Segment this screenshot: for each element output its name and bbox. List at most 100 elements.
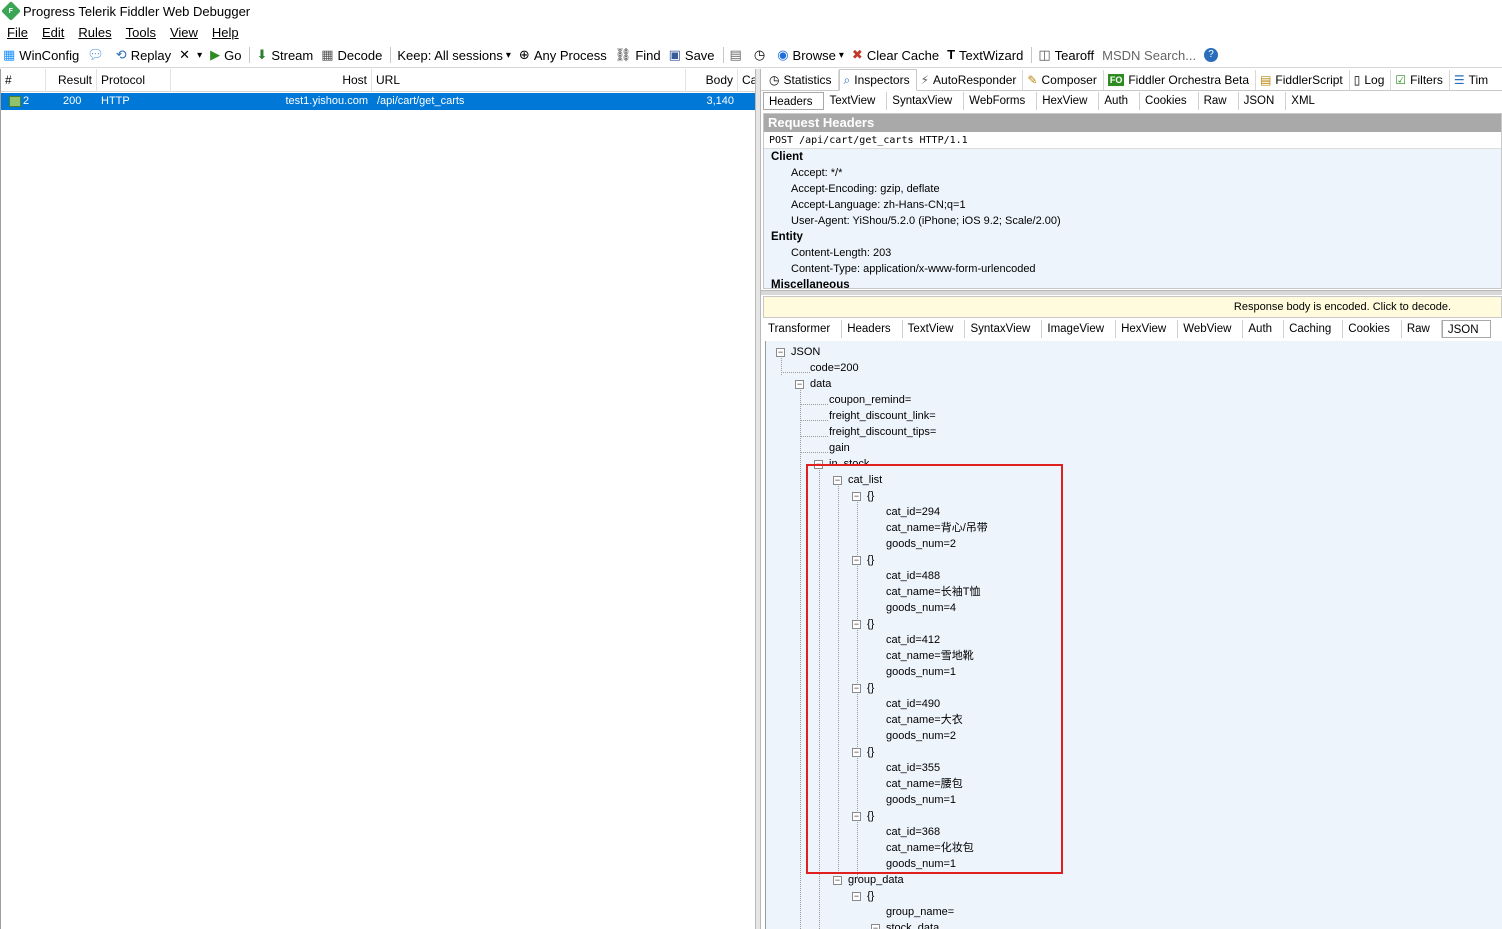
tab-response-hexview[interactable]: HexView — [1116, 320, 1179, 338]
keep-sessions-dropdown[interactable]: Keep: All sessions — [397, 48, 511, 63]
menu-view[interactable]: View — [170, 25, 198, 40]
tab-request-hexview[interactable]: HexView — [1037, 92, 1100, 110]
tree-node-object[interactable]: {} — [867, 488, 874, 504]
tab-response-textview[interactable]: TextView — [903, 320, 966, 338]
header-user-agent[interactable]: User-Agent: YiShou/5.2.0 (iPhone; iOS 9.… — [764, 213, 1501, 229]
browse-button[interactable]: ◉ Browse — [777, 48, 844, 63]
tree-node-cat-name[interactable]: cat_name=雪地靴 — [886, 648, 974, 664]
tab-fiddler-orchestra[interactable]: FO Fiddler Orchestra Beta — [1104, 70, 1257, 90]
winconfig-button[interactable]: ▦ WinConfig — [3, 48, 79, 63]
collapse-toggle[interactable]: − — [852, 892, 861, 901]
tab-autoresponder[interactable]: ⚡︎ AutoResponder — [917, 70, 1024, 90]
tree-node-goods-num[interactable]: goods_num=1 — [886, 664, 956, 680]
replay-button[interactable]: ⟲ Replay — [116, 48, 171, 63]
tree-node-object[interactable]: {} — [867, 616, 874, 632]
collapse-toggle[interactable]: − — [871, 924, 880, 929]
tree-node-cat-id[interactable]: cat_id=490 — [886, 696, 940, 712]
tab-response-raw[interactable]: Raw — [1402, 320, 1442, 338]
tree-node-cat-id[interactable]: cat_id=355 — [886, 760, 940, 776]
tree-node-object[interactable]: {} — [867, 744, 874, 760]
textwizard-button[interactable]: T TextWizard — [947, 48, 1023, 63]
column-host[interactable]: Host — [171, 69, 372, 92]
tree-node-cat-id[interactable]: cat_id=368 — [886, 824, 940, 840]
tab-request-xml[interactable]: XML — [1286, 92, 1326, 110]
tab-request-syntaxview[interactable]: SyntaxView — [887, 92, 965, 110]
collapse-toggle[interactable]: − — [852, 492, 861, 501]
tab-log[interactable]: ▯ Log — [1350, 70, 1392, 90]
timer-button[interactable]: ◷ — [754, 48, 769, 62]
tree-node-cat-id[interactable]: cat_id=488 — [886, 568, 940, 584]
help-button[interactable]: ? — [1204, 48, 1222, 62]
collapse-toggle[interactable]: − — [795, 380, 804, 389]
msdn-search-input[interactable]: MSDN Search... — [1102, 48, 1196, 63]
header-accept-language[interactable]: Accept-Language: zh-Hans-CN;q=1 — [764, 197, 1501, 213]
collapse-toggle[interactable]: − — [833, 476, 842, 485]
decode-notice[interactable]: Response body is encoded. Click to decod… — [763, 296, 1502, 318]
save-button[interactable]: ▣ Save — [669, 48, 715, 63]
collapse-toggle[interactable]: − — [776, 348, 785, 357]
tab-response-transformer[interactable]: Transformer — [763, 320, 843, 338]
header-accept[interactable]: Accept: */* — [764, 165, 1501, 181]
column-number[interactable]: # — [1, 69, 46, 92]
tab-request-json[interactable]: JSON — [1239, 92, 1287, 110]
collapse-toggle[interactable]: − — [852, 620, 861, 629]
tab-request-headers[interactable]: Headers — [763, 92, 825, 110]
tree-node-object[interactable]: {} — [867, 808, 874, 824]
tab-statistics[interactable]: ◷ Statistics — [765, 70, 839, 90]
tree-node-cat-name[interactable]: cat_name=化妆包 — [886, 840, 974, 856]
tree-node-goods-num[interactable]: goods_num=2 — [886, 536, 956, 552]
tearoff-button[interactable]: ◫ Tearoff — [1038, 48, 1094, 63]
remove-sessions-button[interactable]: ✕ — [179, 48, 202, 62]
column-body[interactable]: Body — [686, 69, 738, 92]
header-content-type[interactable]: Content-Type: application/x-www-form-url… — [764, 261, 1501, 277]
tab-response-auth[interactable]: Auth — [1243, 320, 1285, 338]
tree-node-cat-id[interactable]: cat_id=412 — [886, 632, 940, 648]
any-process-button[interactable]: ⊕ Any Process — [519, 48, 607, 63]
column-url[interactable]: URL — [372, 69, 686, 92]
tree-node-cat-name[interactable]: cat_name=长袖T恤 — [886, 584, 980, 600]
stream-button[interactable]: ⬇ Stream — [256, 48, 313, 63]
collapse-toggle[interactable]: − — [852, 556, 861, 565]
tab-request-cookies[interactable]: Cookies — [1140, 92, 1199, 110]
go-button[interactable]: ▶ Go — [210, 48, 241, 63]
tab-response-imageview[interactable]: ImageView — [1042, 320, 1117, 338]
column-protocol[interactable]: Protocol — [97, 69, 171, 92]
tab-response-webview[interactable]: WebView — [1178, 320, 1244, 338]
column-result[interactable]: Result — [46, 69, 97, 92]
menu-file[interactable]: File — [7, 25, 28, 40]
header-group-miscellaneous[interactable]: Miscellaneous — [764, 277, 1501, 288]
tree-node-in-stock[interactable]: in_stock — [829, 456, 869, 465]
tab-request-webforms[interactable]: WebForms — [964, 92, 1038, 110]
tree-node-stock-data[interactable]: stock_data — [886, 920, 939, 929]
tree-node-cat-name[interactable]: cat_name=腰包 — [886, 776, 963, 792]
menu-edit[interactable]: Edit — [42, 25, 64, 40]
tree-node-goods-num[interactable]: goods_num=1 — [886, 856, 956, 872]
tree-node-gain[interactable]: gain — [829, 440, 850, 456]
tree-node-goods-num[interactable]: goods_num=1 — [886, 792, 956, 808]
tree-node-data[interactable]: data — [810, 376, 831, 392]
tab-response-syntaxview[interactable]: SyntaxView — [965, 320, 1043, 338]
header-group-client[interactable]: Client — [764, 149, 1501, 165]
tree-node-freight-discount-tips[interactable]: freight_discount_tips= — [829, 424, 936, 440]
request-response-splitter[interactable] — [761, 290, 1502, 295]
find-button[interactable]: ⛓ Find — [615, 48, 661, 63]
tree-node-cat-name[interactable]: cat_name=大衣 — [886, 712, 963, 728]
tree-node-json[interactable]: JSON — [791, 344, 820, 360]
table-row[interactable]: 2 200 HTTP test1.yishou.com /api/cart/ge… — [1, 93, 756, 110]
tab-request-auth[interactable]: Auth — [1099, 92, 1141, 110]
menu-help[interactable]: Help — [212, 25, 239, 40]
screenshot-button[interactable]: ▤ — [730, 48, 746, 62]
tab-response-json[interactable]: JSON — [1441, 320, 1491, 338]
menu-tools[interactable]: Tools — [126, 25, 156, 40]
tree-node-object[interactable]: {} — [867, 680, 874, 696]
collapse-toggle[interactable]: − — [852, 812, 861, 821]
tab-filters[interactable]: ☑ Filters — [1391, 70, 1450, 90]
decode-button[interactable]: ▦ Decode — [321, 48, 382, 63]
column-caching[interactable]: Ca — [738, 69, 757, 92]
tab-response-cookies[interactable]: Cookies — [1343, 320, 1402, 338]
tab-response-headers[interactable]: Headers — [842, 320, 903, 338]
collapse-toggle[interactable]: − — [814, 460, 823, 469]
collapse-toggle[interactable]: − — [852, 748, 861, 757]
collapse-toggle[interactable]: − — [852, 684, 861, 693]
header-group-entity[interactable]: Entity — [764, 229, 1501, 245]
